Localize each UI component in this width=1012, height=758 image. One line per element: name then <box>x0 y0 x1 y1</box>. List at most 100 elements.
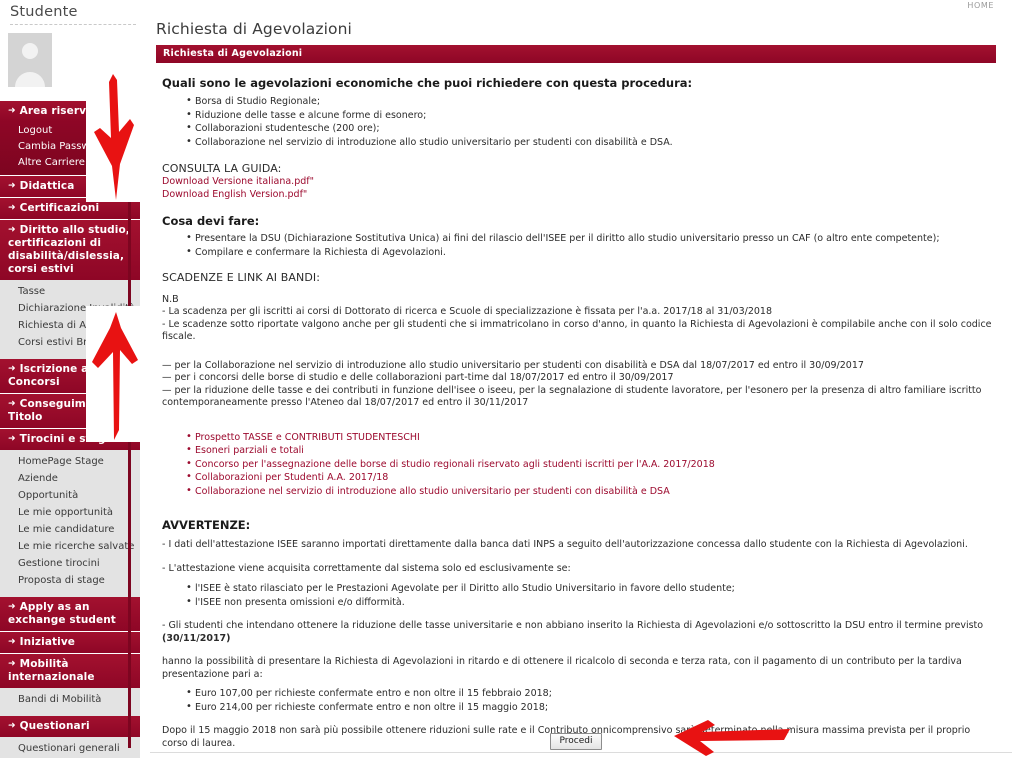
sidebar-link-6-7[interactable]: Proposta di stage <box>0 572 140 589</box>
sidebar-section-label: Diritto allo studio, certificazioni di d… <box>8 224 130 275</box>
sidebar-link-6-1[interactable]: Aziende <box>0 470 140 487</box>
nb-label: N.B <box>162 294 179 305</box>
sidebar-link-3-2[interactable]: Richiesta di Agevolazioni <box>0 317 143 334</box>
sidebar-section-label: Conseguimento Titolo <box>8 398 114 423</box>
bando-link[interactable]: Concorso per l'assegnazione delle borse … <box>195 459 715 470</box>
bando-link[interactable]: Prospetto TASSE e CONTRIBUTI STUDENTESCH… <box>195 432 420 443</box>
sidebar-section-10[interactable]: ➜ Questionari <box>0 716 140 737</box>
sidebar-section-label: Mobilità internazionale <box>8 658 95 683</box>
sidebar-link-10-0[interactable]: Questionari generali <box>0 740 140 757</box>
warning-4: hanno la possibilità di presentare la Ri… <box>162 656 962 680</box>
benefits-list: Borsa di Studio Regionale;Riduzione dell… <box>186 95 998 149</box>
bando-link[interactable]: Collaborazione nel servizio di introduzi… <box>195 486 670 497</box>
sidebar-link-0-2[interactable]: Altre Carriere <box>0 155 140 171</box>
warning-3-deadline: (30/11/2017) <box>162 632 231 644</box>
benefit-item: Collaborazioni studentesche (200 ore); <box>186 122 998 136</box>
sidebar-section-2[interactable]: ➜ Certificazioni <box>0 198 140 220</box>
warning-bullets-list: l'ISEE è stato rilasciato per le Prestaz… <box>186 582 998 610</box>
procedi-button[interactable]: Procedi <box>549 733 603 750</box>
sidebar-section-label: Apply as an exchange student <box>8 601 116 626</box>
sidebar-sublinks: Tasse Dichiarazione Invalidità Richiesta d… <box>0 280 143 355</box>
main-content: HOME Richiesta di Agevolazioni Richiesta… <box>140 0 1012 758</box>
sidebar-sublinks: Questionari generaliQuestionario Annuale… <box>0 737 140 758</box>
download-english-guide-link[interactable]: Download English Version.pdf" <box>162 189 998 202</box>
arrow-right-icon: ➜ <box>8 106 16 116</box>
deadlines-heading: SCADENZE E LINK AI BANDI: <box>162 271 321 284</box>
warning-1: - I dati dell'attestazione ISEE saranno … <box>162 539 968 550</box>
sidebar-link-3-1[interactable]: Dichiarazione Invalidità <box>0 300 140 317</box>
bando-link[interactable]: Esoneri parziali e totali <box>195 445 304 456</box>
benefit-item: Riduzione delle tasse e alcune forme di … <box>186 109 998 123</box>
bando-item[interactable]: Prospetto TASSE e CONTRIBUTI STUDENTESCH… <box>186 431 998 445</box>
sidebar-section-label: Didattica <box>19 180 75 192</box>
sidebar-section-label: Certificazioni <box>19 202 100 214</box>
sidebar-link-0-0[interactable]: Logout <box>0 123 140 139</box>
arrow-right-icon: ➜ <box>8 364 16 374</box>
nb-line-2: - Le scadenze sotto riportate valgono an… <box>162 318 992 343</box>
sidebar-section-label: Area riservata <box>19 105 106 117</box>
sidebar-link-6-4[interactable]: Le mie candidature <box>0 521 140 538</box>
arrow-right-icon: ➜ <box>8 203 16 213</box>
download-italian-guide-link[interactable]: Download Versione italiana.pdf" <box>162 176 998 189</box>
sidebar-section-label: Iscrizione ai Concorsi <box>8 363 92 388</box>
sidebar-section-0[interactable]: ➜ Area riservata <box>0 101 140 122</box>
sidebar: Studente ➜ Area riservata Logout Cambia Pas… <box>0 0 143 758</box>
section-header-bar: Richiesta di Agevolazioni <box>156 45 996 63</box>
sidebar-section-9[interactable]: ➜ Mobilità internazionale <box>0 654 140 688</box>
fee-bullets-list: Euro 107,00 per richieste confermate ent… <box>186 687 998 714</box>
dash-line-2: — per i concorsi delle borse di studio e… <box>162 372 674 383</box>
sidebar-section-label: Iniziative <box>19 636 76 648</box>
button-row: Procedi <box>140 728 1012 750</box>
todo-item: Presentare la DSU (Dichiarazione Sostitu… <box>186 232 998 246</box>
bando-link[interactable]: Collaborazioni per Studenti A.A. 2017/18 <box>195 472 388 483</box>
lead-question: Quali sono le agevolazioni economiche ch… <box>162 76 693 90</box>
dash-line-1: — per la Collaborazione nel servizio di … <box>162 359 864 371</box>
sidebar-section-5[interactable]: ➜ Conseguimento Titolo <box>0 394 140 429</box>
warning-3: - Gli studenti che intendano ottenere la… <box>162 620 998 645</box>
home-link[interactable]: HOME <box>967 1 994 10</box>
warning-2: - L'attestazione viene acquisita corrett… <box>162 562 571 574</box>
sidebar-section-1[interactable]: ➜ Didattica <box>0 176 140 198</box>
warnings-heading: AVVERTENZE: <box>162 518 251 532</box>
sidebar-section-3[interactable]: ➜ Diritto allo studio, certificazioni di … <box>0 220 140 280</box>
sidebar-link-6-6[interactable]: Gestione tirocini <box>0 555 140 572</box>
bando-item[interactable]: Concorso per l'assegnazione delle borse … <box>186 458 998 472</box>
bando-item[interactable]: Collaborazione nel servizio di introduzi… <box>186 485 998 499</box>
warning-bullet-item: l'ISEE non presenta omissioni e/o diffor… <box>186 596 998 610</box>
sidebar-link-6-5[interactable]: Le mie ricerche salvate <box>0 538 140 555</box>
user-avatar-icon <box>8 33 52 87</box>
bando-item[interactable]: Esoneri parziali e totali <box>186 444 998 458</box>
sidebar-link-9-0[interactable]: Bandi di Mobilità <box>0 691 140 708</box>
arrow-right-icon: ➜ <box>8 659 16 669</box>
sidebar-section-8[interactable]: ➜ Iniziative <box>0 632 140 654</box>
sidebar-section-4[interactable]: ➜ Iscrizione ai Concorsi <box>0 359 140 394</box>
sidebar-link-6-0[interactable]: HomePage Stage <box>0 453 140 470</box>
bottom-divider <box>150 752 1012 753</box>
sidebar-link-3-3[interactable]: Corsi estivi Brevi <box>0 334 140 351</box>
dash-line-3: — per la riduzione delle tasse e dei con… <box>162 384 982 409</box>
fee-bullet-item: Euro 107,00 per richieste confermate ent… <box>186 687 998 701</box>
sidebar-link-6-2[interactable]: Opportunità <box>0 487 140 504</box>
bando-item[interactable]: Collaborazioni per Studenti A.A. 2017/18 <box>186 471 998 485</box>
avatar-head-shape <box>22 43 38 59</box>
sidebar-section-6[interactable]: ➜ Tirocini e stage <box>0 429 140 450</box>
todo-item: Compilare e confermare la Richiesta di A… <box>186 246 998 260</box>
arrow-right-icon: ➜ <box>8 225 16 235</box>
arrow-right-icon: ➜ <box>8 181 16 191</box>
nb-line-1: - La scadenza per gli iscritti ai corsi … <box>162 306 773 317</box>
sidebar-link-6-3[interactable]: Le mie opportunità <box>0 504 140 521</box>
avatar-body-shape <box>15 72 45 87</box>
arrow-right-icon: ➜ <box>8 434 16 444</box>
sidebar-sublinks: HomePage Stage Aziende Opportunità Le mie o… <box>0 450 140 593</box>
sidebar-menu: ➜ Area riservata Logout Cambia Password Altr… <box>0 101 143 758</box>
arrow-right-icon: ➜ <box>8 399 16 409</box>
sidebar-title: Studente <box>10 4 78 20</box>
sidebar-sublinks: Logout Cambia Password Altre Carriere <box>0 122 140 176</box>
sidebar-link-0-1[interactable]: Cambia Password <box>0 139 140 155</box>
avatar-wrapper <box>0 25 140 93</box>
sidebar-link-3-0[interactable]: Tasse <box>0 283 140 300</box>
todo-list: Presentare la DSU (Dichiarazione Sostitu… <box>186 232 998 260</box>
sidebar-section-7[interactable]: ➜ Apply as an exchange student <box>0 597 140 632</box>
